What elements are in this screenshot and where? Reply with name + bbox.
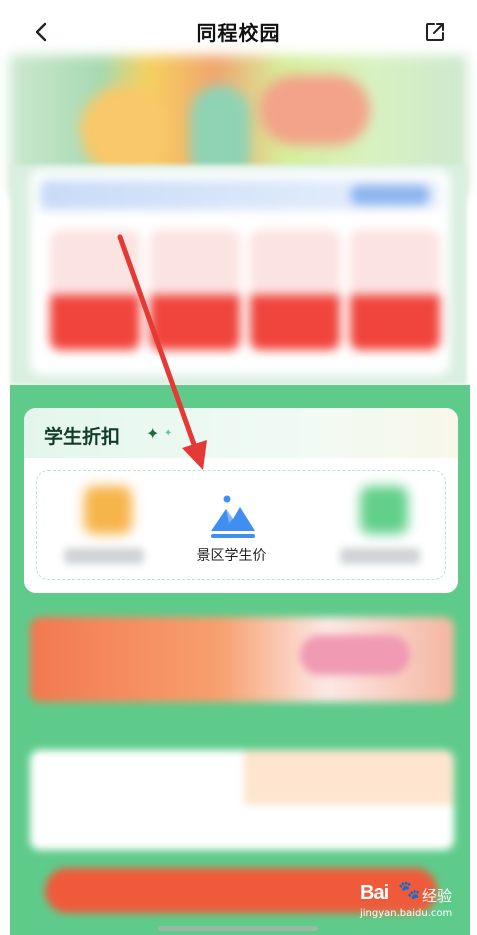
annotation-arrow: [117, 234, 207, 470]
baidu-watermark: Bai 🐾 经验 jingyan.baidu.com: [360, 880, 453, 919]
home-indicator: [158, 926, 318, 931]
paw-icon: 🐾: [398, 880, 421, 901]
